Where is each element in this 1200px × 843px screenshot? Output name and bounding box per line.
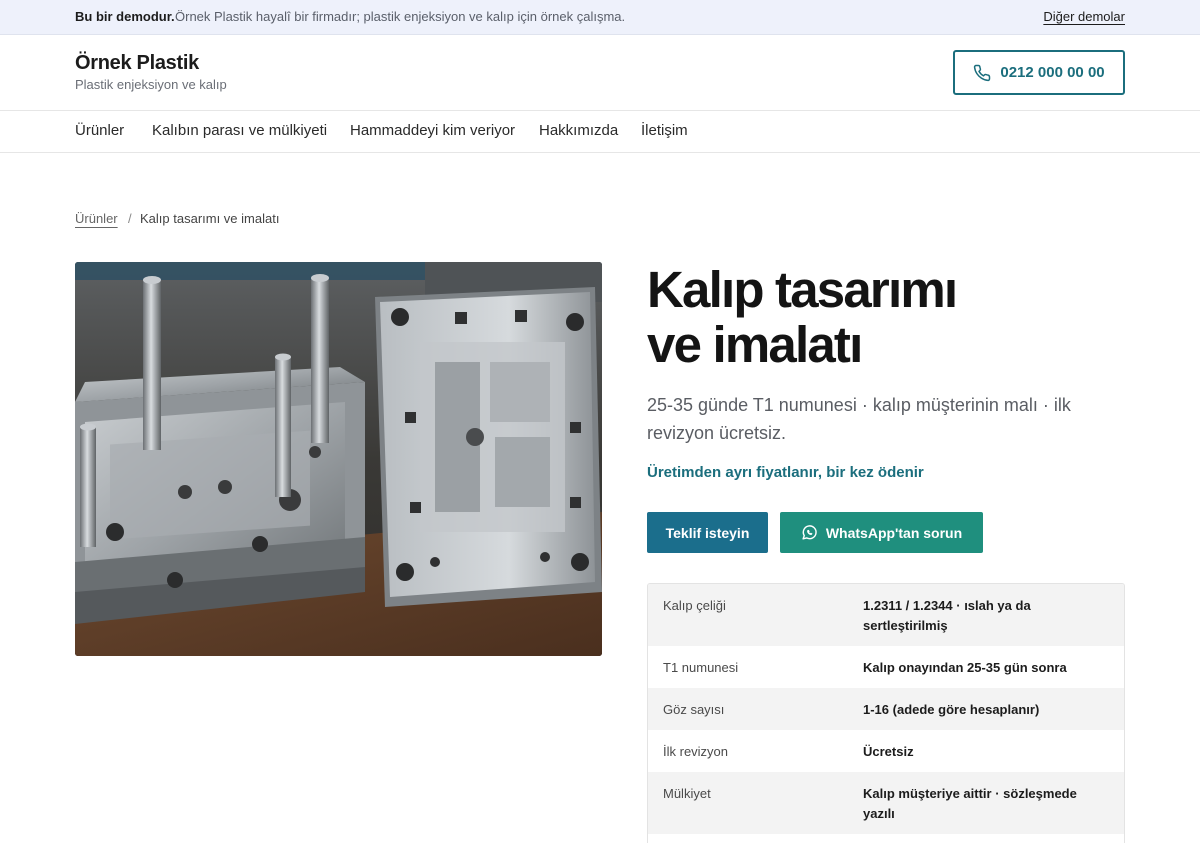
- page-title: Kalıp tasarımı ve imalatı: [647, 262, 1117, 372]
- spec-key: Kalıp çeliği: [663, 598, 726, 613]
- spec-value: 1.2311 / 1.2344 · ıslah ya da sertleştir…: [863, 598, 1031, 633]
- nav-item-contact[interactable]: İletişim: [641, 122, 688, 139]
- demo-note: Örnek Plastik hayalî bir firmadır; plast…: [175, 9, 626, 24]
- spec-row: Göz sayısı 1-16 (adede göre hesaplanır): [648, 688, 1124, 730]
- breadcrumb-products-link[interactable]: Ürünler: [75, 211, 118, 226]
- site-header: Örnek Plastik Plastik enjeksiyon ve kalı…: [0, 35, 1200, 111]
- spec-value: 1-16 (adede göre hesaplanır): [863, 702, 1040, 717]
- other-demos-link[interactable]: Diğer demolar: [1043, 9, 1125, 24]
- phone-icon: [974, 64, 991, 81]
- main-nav: Ürünler Kalıbın parası ve mülkiyeti Hamm…: [0, 111, 1200, 153]
- spec-key: Göz sayısı: [663, 702, 725, 717]
- product-photo: [75, 262, 602, 656]
- phone-number: 0212 000 00 00: [1000, 64, 1105, 81]
- demo-banner: Bu bir demodur. Örnek Plastik hayalî bir…: [0, 0, 1200, 35]
- breadcrumb-separator: /: [128, 211, 132, 226]
- brand-tagline: Plastik enjeksiyon ve kalıp: [75, 77, 227, 92]
- pricing-note: Üretimden ayrı fiyatlanır, bir kez ödeni…: [647, 464, 924, 481]
- spec-value: Ücretsiz: [863, 744, 914, 759]
- phone-button[interactable]: 0212 000 00 00: [953, 50, 1125, 95]
- breadcrumb-current: Kalıp tasarımı ve imalatı: [140, 211, 280, 226]
- spec-row: İlk revizyon Ücretsiz: [648, 730, 1124, 772]
- whatsapp-icon: [802, 525, 817, 540]
- spec-key: Mülkiyet: [663, 786, 711, 801]
- demo-label: Bu bir demodur.: [75, 9, 175, 24]
- request-quote-button[interactable]: Teklif isteyin: [647, 512, 768, 553]
- spec-table: Kalıp çeliği 1.2311 / 1.2344 · ıslah ya …: [647, 583, 1125, 843]
- spec-value: Kalıp onayından 25-35 gün sonra: [863, 660, 1067, 675]
- spec-row: Kalıp çeliği 1.2311 / 1.2344 · ıslah ya …: [648, 584, 1124, 646]
- nav-item-raw-material[interactable]: Hammaddeyi kim veriyor: [350, 122, 515, 139]
- nav-item-mold-cost[interactable]: Kalıbın parası ve mülkiyeti: [152, 122, 327, 139]
- page-title-line-1: Kalıp tasarımı: [647, 261, 958, 318]
- product-subtitle: 25-35 günde T1 numunesi · kalıp müşterin…: [647, 395, 1071, 443]
- whatsapp-button[interactable]: WhatsApp'tan sorun: [780, 512, 983, 553]
- spec-row: Mülkiyet Kalıp müşteriye aittir · sözleş…: [648, 772, 1124, 834]
- spec-row: T1 numunesi Kalıp onayından 25-35 gün so…: [648, 646, 1124, 688]
- nav-item-about[interactable]: Hakkımızda: [539, 122, 618, 139]
- spec-value: Kalıp müşteriye aittir · sözleşmede yazı…: [863, 786, 1077, 821]
- whatsapp-button-label: WhatsApp'tan sorun: [825, 524, 963, 541]
- nav-item-products[interactable]: Ürünler: [75, 122, 124, 139]
- spec-key: T1 numunesi: [663, 660, 739, 675]
- brand-name[interactable]: Örnek Plastik: [75, 52, 199, 75]
- page-title-line-2: ve imalatı: [647, 316, 863, 373]
- spec-key: İlk revizyon: [663, 744, 729, 759]
